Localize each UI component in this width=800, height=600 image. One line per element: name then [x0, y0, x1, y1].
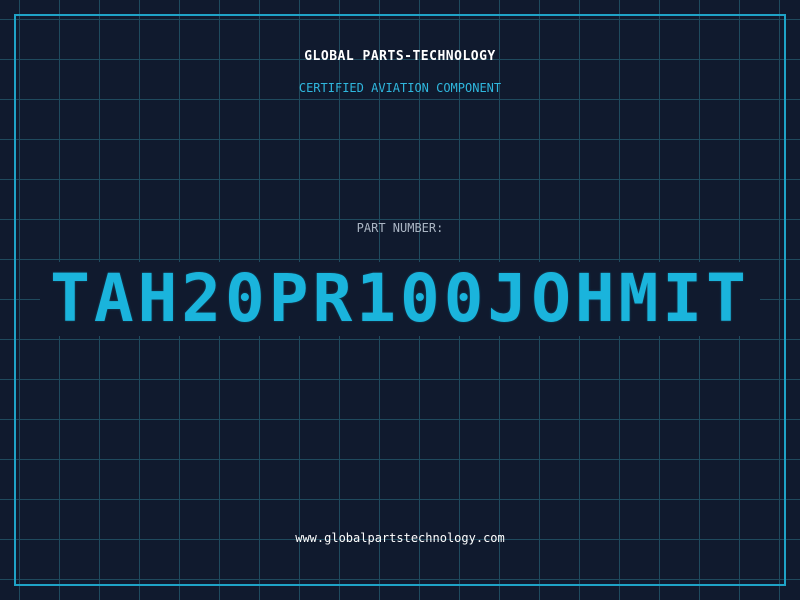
certification-subtitle: CERTIFIED AVIATION COMPONENT: [298, 81, 502, 95]
website-link[interactable]: www.globalpartstechnology.com: [0, 530, 800, 546]
part-number-value: TAH20PR100JOHMIT: [50, 260, 750, 337]
part-number-label: PART NUMBER:: [356, 221, 444, 235]
brand-title: GLOBAL PARTS-TECHNOLOGY: [304, 49, 496, 64]
part-label-page: { "header": { "brand": "GLOBAL PARTS-TEC…: [0, 0, 800, 600]
